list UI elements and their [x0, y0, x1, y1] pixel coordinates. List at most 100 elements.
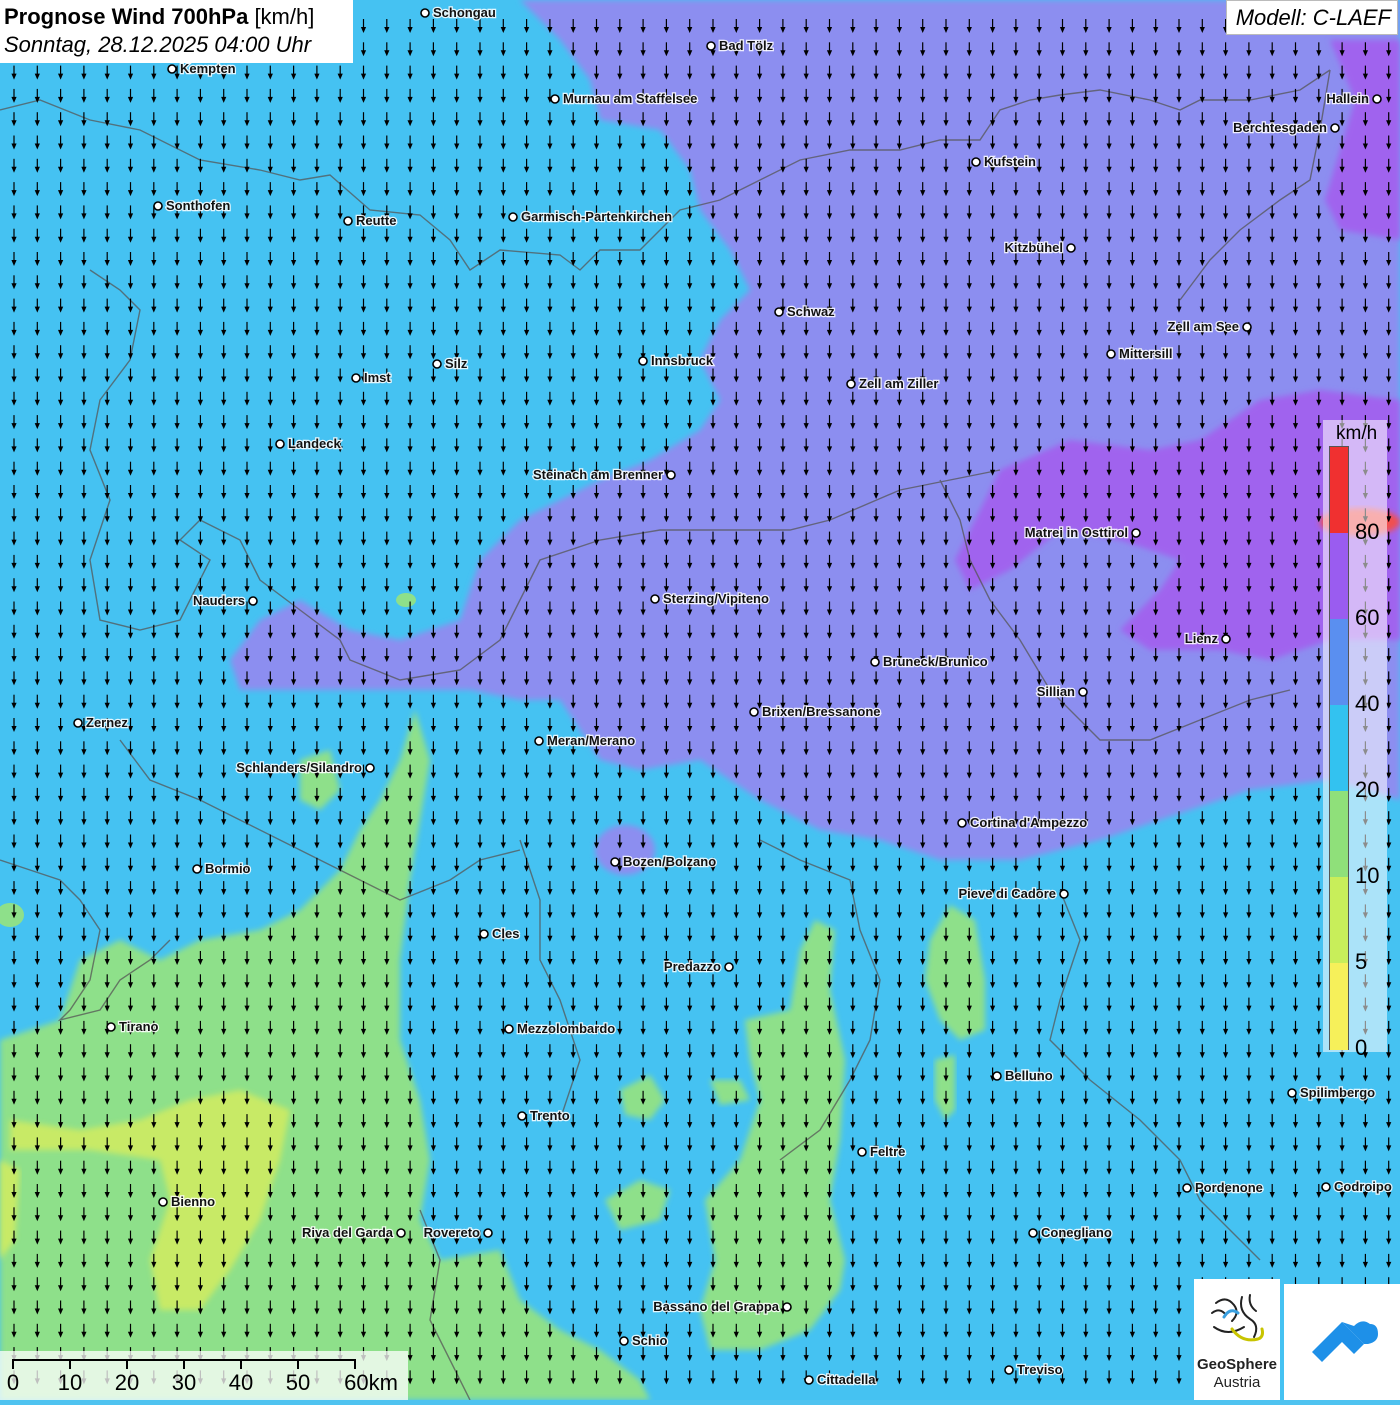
- city-marker: Meran/Merano: [534, 732, 636, 749]
- scale-bar-tickmark: [183, 1359, 185, 1369]
- city-dot: [992, 1071, 1002, 1081]
- city-label: Cittadella: [817, 1372, 876, 1387]
- scale-bar-label: 10: [57, 1370, 83, 1395]
- city-dot: [804, 1375, 814, 1385]
- title-box: Prognose Wind 700hPa [km/h] Sonntag, 28.…: [0, 0, 353, 63]
- scale-bar-tickmark: [297, 1359, 299, 1369]
- city-dot: [351, 373, 361, 383]
- city-dot: [971, 157, 981, 167]
- city-label: Tirano: [119, 1019, 159, 1034]
- city-dot: [638, 356, 648, 366]
- city-label: Sterzing/Vipiteno: [663, 591, 769, 606]
- city-label: Mezzolombardo: [517, 1021, 615, 1036]
- city-label: Schio: [632, 1333, 667, 1348]
- scale-bar-tickmark: [240, 1359, 242, 1369]
- city-dot: [666, 470, 676, 480]
- legend-tick-label: 10: [1355, 863, 1380, 888]
- city-marker: Sterzing/Vipiteno: [650, 590, 770, 607]
- city-dot: [749, 707, 759, 717]
- city-dot: [870, 657, 880, 667]
- legend-color-segment: [1330, 447, 1348, 534]
- scale-bar-tickmark: [12, 1359, 14, 1369]
- city-label: Murnau am Staffelsee: [563, 91, 697, 106]
- city-marker: Mezzolombardo: [504, 1020, 617, 1037]
- city-dot: [432, 359, 442, 369]
- city-label: Schlanders/Silandro: [236, 760, 362, 775]
- scale-bar-label: 40: [228, 1370, 254, 1395]
- city-dot: [774, 307, 784, 317]
- city-label: Brixen/Bressanone: [762, 704, 881, 719]
- city-marker: Garmisch-Partenkirchen: [508, 208, 673, 225]
- city-dot: [1221, 634, 1231, 644]
- city-dot: [619, 1336, 629, 1346]
- geosphere-logo-line1: GeoSphere: [1196, 1356, 1278, 1373]
- scale-bar: 0 10 20 30 40 50 60km: [0, 1351, 408, 1400]
- city-dot: [1321, 1182, 1331, 1192]
- city-label: Feltre: [870, 1144, 905, 1159]
- city-label: Steinach am Brenner: [533, 467, 663, 482]
- city-dot: [504, 1024, 514, 1034]
- city-dot: [1059, 889, 1069, 899]
- title-main-line: Prognose Wind 700hPa [km/h]: [4, 3, 349, 31]
- city-label: Berchtesgaden: [1233, 120, 1327, 135]
- city-label: Bormio: [205, 861, 251, 876]
- city-label: Silz: [445, 356, 468, 371]
- geosphere-emblem-icon: [1211, 1294, 1264, 1342]
- wind-map: Schongau Bad Tölz Kempten Murnau am Staffel…: [0, 0, 1400, 1400]
- city-label: Mittersill: [1119, 346, 1172, 361]
- legend-color-segment: [1330, 533, 1348, 620]
- model-label: Modell: C-LAEF: [1226, 0, 1398, 35]
- city-label: Predazzo: [664, 959, 721, 974]
- city-dot: [1066, 243, 1076, 253]
- city-dot: [479, 929, 489, 939]
- city-dot: [957, 818, 967, 828]
- scale-bar-label: 0: [6, 1370, 20, 1395]
- scale-bar-label: 20: [114, 1370, 140, 1395]
- city-label: Landeck: [288, 436, 342, 451]
- city-label: Cles: [492, 926, 519, 941]
- city-label: Bad Tölz: [719, 38, 774, 53]
- city-dot: [1330, 123, 1340, 133]
- city-label: Schongau: [433, 5, 496, 20]
- city-marker: Steinach am Brenner: [532, 466, 676, 483]
- legend-color-segment: [1330, 705, 1348, 792]
- city-label: Bozen/Bolzano: [623, 854, 716, 869]
- city-dot: [248, 596, 258, 606]
- city-marker: Schlanders/Silandro: [235, 759, 375, 776]
- city-label: Conegliano: [1041, 1225, 1112, 1240]
- city-dot: [1182, 1183, 1192, 1193]
- city-dot: [192, 864, 202, 874]
- city-marker: Bruneck/Brunico: [870, 653, 989, 670]
- city-dot: [153, 201, 163, 211]
- city-dot: [396, 1228, 406, 1238]
- weather-app-logo-icon: [1312, 1321, 1378, 1362]
- city-label: Spilimbergo: [1300, 1085, 1375, 1100]
- wind-zone-10-20-dot: [396, 593, 416, 607]
- city-dot: [1242, 322, 1252, 332]
- city-label: Bienno: [171, 1194, 215, 1209]
- city-label: Matrei in Osttirol: [1025, 525, 1128, 540]
- city-dot: [857, 1147, 867, 1157]
- legend-tick-label: 5: [1355, 949, 1368, 974]
- city-marker: Riva del Garda: [301, 1224, 406, 1241]
- city-dot: [1106, 349, 1116, 359]
- city-label: Schwaz: [787, 304, 835, 319]
- city-dot: [1028, 1228, 1038, 1238]
- city-marker: Brixen/Bressanone: [749, 703, 882, 720]
- city-label: Imst: [364, 370, 391, 385]
- legend-tick-label: 0: [1355, 1035, 1368, 1060]
- city-marker: Pieve di Cadore: [957, 885, 1069, 902]
- title-main: Prognose Wind 700hPa: [4, 4, 249, 29]
- city-dot: [1078, 687, 1088, 697]
- city-marker: Pordenone: [1182, 1179, 1264, 1196]
- city-dot: [343, 216, 353, 226]
- city-label: Hallein: [1326, 91, 1369, 106]
- city-dot: [483, 1228, 493, 1238]
- city-dot: [158, 1197, 168, 1207]
- city-label: Meran/Merano: [547, 733, 635, 748]
- legend-tick-label: 80: [1355, 519, 1380, 544]
- city-dot: [650, 594, 660, 604]
- city-marker: Zell am Ziller: [846, 375, 940, 392]
- geosphere-logo: GeoSphere Austria: [1194, 1279, 1280, 1400]
- city-dot: [517, 1111, 527, 1121]
